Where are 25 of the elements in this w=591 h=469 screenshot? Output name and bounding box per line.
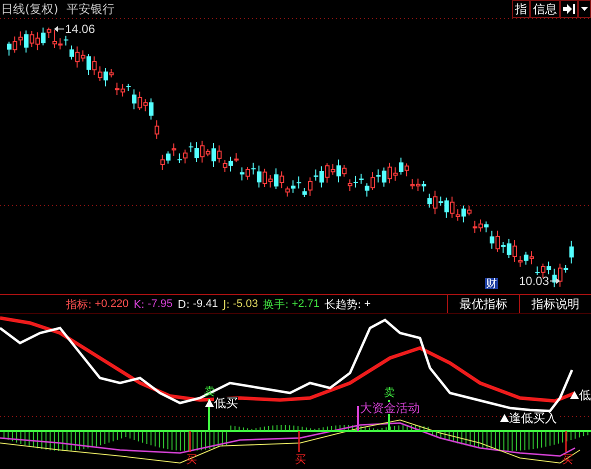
indicator-value: -5.03 [232,298,258,310]
signal-label: 逢低买入 [509,412,557,424]
indicator-label: K: [134,298,145,310]
low-price-label: 10.03 [519,275,550,287]
toolbar-button[interactable]: 信息 [530,0,560,18]
event-marker: 财 [485,278,498,289]
signal-label: 买 [295,454,306,465]
signal-label: 低 [579,389,591,401]
indicator-label: 指标: [66,298,92,310]
indicator-value: -7.95 [148,298,173,310]
indicator-value: -9.41 [192,298,218,310]
indicator-value: +0.220 [94,298,129,310]
stock-name: 平安银行 [66,3,114,15]
toolbar-button[interactable]: 指 [512,0,530,18]
indicator-label: 换手: [262,298,289,310]
indicator-label: 长趋势: [324,298,362,310]
high-price-label: 14.06 [65,23,96,35]
indicator-value: + [364,298,371,310]
indicator-value: +2.71 [292,298,320,310]
signal-label: 低买 [214,397,238,409]
indicator-label: D: [178,298,190,310]
indicator-label: J: [222,298,230,310]
period-label: 日线(复权) [1,3,58,15]
signal-label: 卖 [384,387,395,398]
signal-label: 大资金活动 [360,402,420,414]
